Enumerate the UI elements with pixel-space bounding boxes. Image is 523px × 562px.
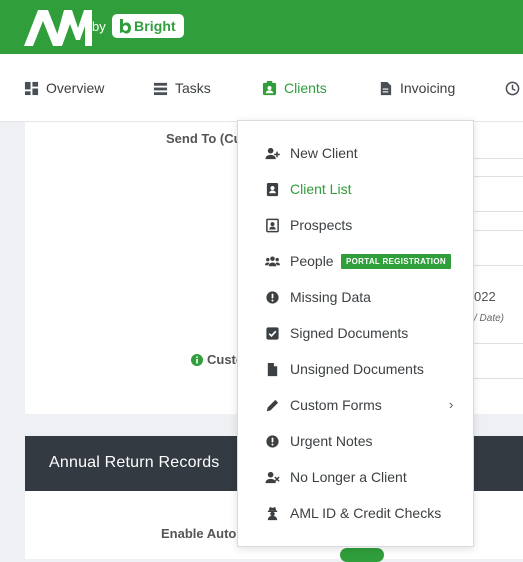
contact-book-icon — [264, 181, 280, 197]
enable-auto-label: Enable Auto — [161, 526, 237, 541]
menu-item-aml-id-credit-checks[interactable]: AML ID & Credit Checks — [238, 499, 473, 527]
menu-item-no-longer-a-client[interactable]: No Longer a Client — [238, 463, 473, 491]
users-icon — [264, 253, 280, 269]
grid-icon — [24, 81, 39, 95]
pencil-icon — [264, 397, 280, 413]
nav-item-tasks[interactable]: Tasks — [153, 78, 211, 98]
user-secret-icon — [264, 505, 280, 521]
chevron-right-icon: › — [449, 397, 454, 412]
nav-item-clock[interactable] — [505, 78, 520, 98]
menu-item-signed-documents[interactable]: Signed Documents — [238, 319, 473, 347]
menu-item-missing-data[interactable]: Missing Data — [238, 283, 473, 311]
exclamation-circle-icon — [264, 433, 280, 449]
nav-item-clients[interactable]: Clients — [262, 78, 327, 98]
form-field[interactable] — [474, 176, 523, 212]
menu-item-unsigned-documents[interactable]: Unsigned Documents — [238, 355, 473, 383]
date-hint: / Date) — [474, 313, 505, 324]
main-nav: Overview Tasks Clients Invoicing — [0, 54, 523, 122]
menu-item-client-list[interactable]: Client List — [238, 175, 473, 203]
nav-label: Overview — [46, 80, 105, 96]
nav-label: Invoicing — [400, 80, 456, 96]
info-icon — [191, 353, 203, 366]
nav-label: Clients — [284, 80, 327, 96]
check-square-icon — [264, 325, 280, 341]
nav-item-overview[interactable]: Overview — [24, 78, 104, 98]
menu-item-custom-forms[interactable]: Custom Forms › — [238, 391, 473, 419]
list-icon — [153, 82, 168, 95]
document-icon — [380, 81, 392, 95]
exclamation-circle-icon — [264, 289, 280, 305]
contact-card-icon — [262, 80, 277, 95]
by-text: by — [92, 19, 106, 34]
portrait-icon — [264, 217, 280, 233]
menu-item-prospects[interactable]: Prospects — [238, 211, 473, 239]
field-border — [474, 158, 523, 159]
annual-return-title: Annual Return Records — [49, 454, 220, 471]
form-field[interactable] — [474, 343, 523, 379]
nav-label: Tasks — [175, 80, 211, 96]
year-value: 022 — [474, 289, 496, 304]
user-x-icon — [264, 469, 280, 485]
bright-b-icon — [120, 19, 131, 34]
bright-logo: Bright — [112, 14, 184, 38]
menu-item-people[interactable]: People PORTAL REGISTRATION — [238, 247, 473, 275]
bright-name: Bright — [134, 18, 176, 34]
menu-item-urgent-notes[interactable]: Urgent Notes — [238, 427, 473, 455]
clock-icon — [505, 81, 520, 95]
portal-registration-badge[interactable]: PORTAL REGISTRATION — [341, 254, 451, 269]
top-bar: by Bright — [0, 0, 523, 54]
user-plus-icon — [264, 145, 280, 161]
nav-item-invoicing[interactable]: Invoicing — [378, 78, 455, 98]
menu-item-new-client[interactable]: New Client — [238, 139, 473, 167]
custom-label: Custo — [191, 352, 244, 367]
send-to-label: Send To (Cu — [166, 131, 242, 146]
file-icon — [264, 361, 280, 377]
logo[interactable] — [24, 8, 92, 46]
form-field[interactable] — [474, 230, 523, 266]
enable-toggle[interactable] — [340, 548, 384, 562]
clients-dropdown-menu: New Client Client List Prospects People … — [237, 120, 474, 547]
